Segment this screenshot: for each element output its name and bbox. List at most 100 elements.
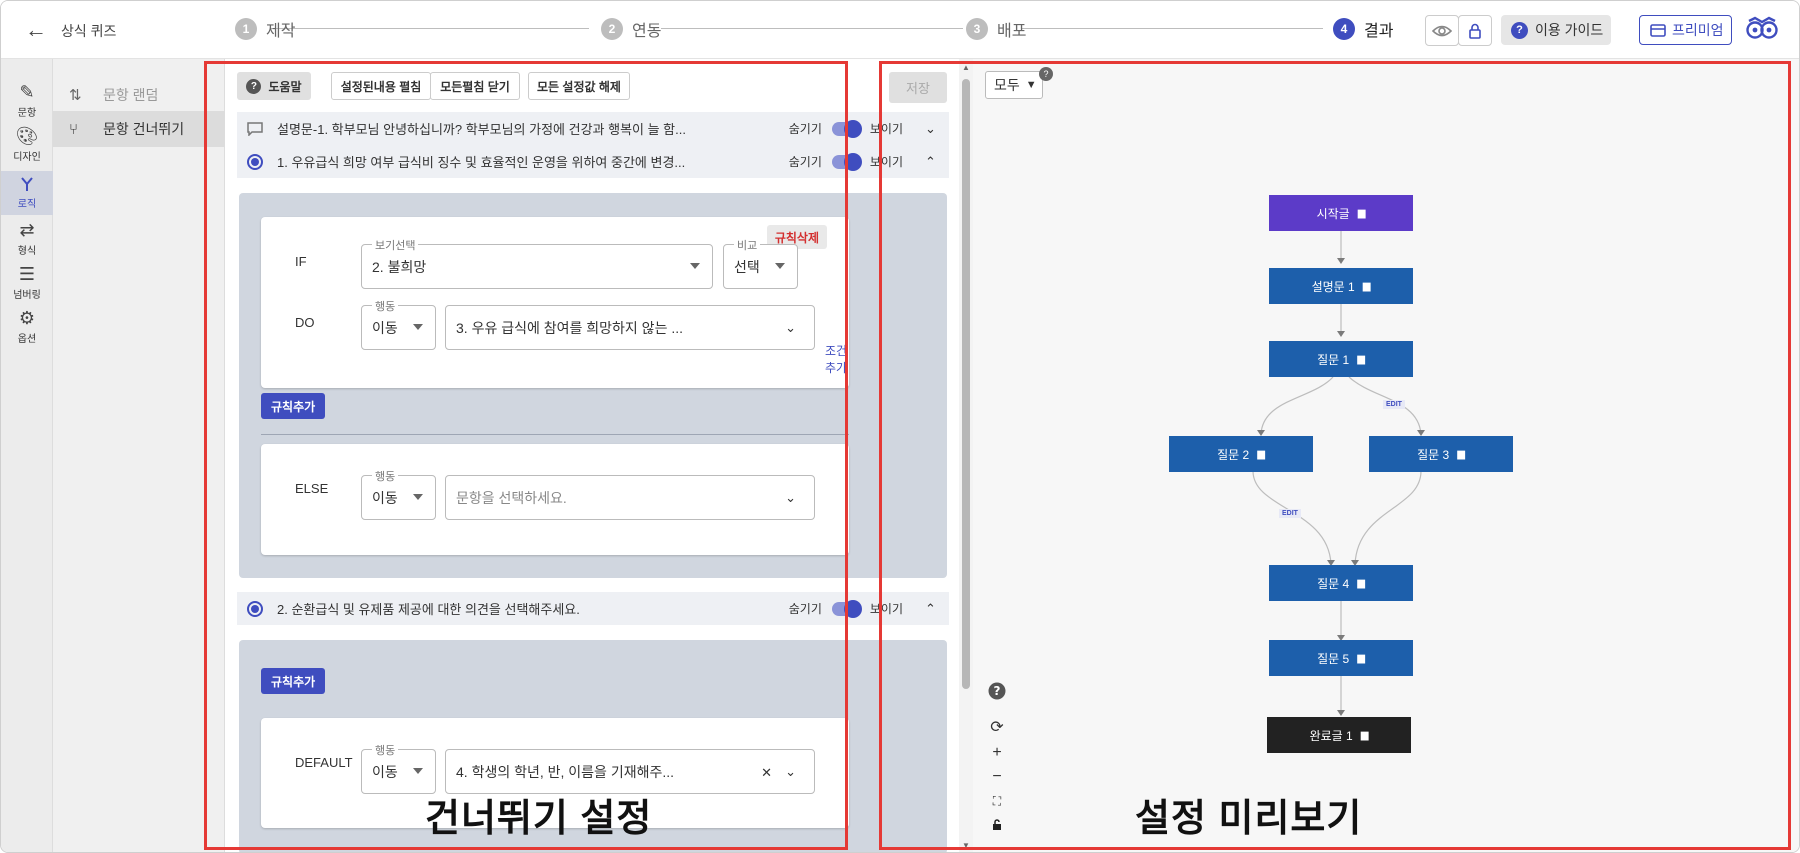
question-text: 1. 우유급식 희망 여부 급식비 징수 및 효율적인 운영을 위하여 중간에 … <box>277 155 686 170</box>
svg-text:?: ? <box>994 684 1001 698</box>
caret-down-icon <box>413 494 423 500</box>
preview-caption: 설정 미리보기 <box>1135 798 1363 840</box>
field-value: 이동 <box>372 763 398 780</box>
submenu-item-random[interactable]: ⇅ 문항 랜덤 <box>53 77 225 113</box>
node-label: 질문 4 <box>1317 576 1350 591</box>
lock-icon[interactable] <box>985 813 1009 837</box>
action-select[interactable]: 행동 이동 <box>361 298 436 350</box>
field-placeholder: 문항을 선택하세요. <box>456 489 567 506</box>
visibility-toggle[interactable] <box>831 152 862 171</box>
flow-node-end-1[interactable]: 완료글 1 ▆ <box>1267 717 1411 753</box>
edge-edit-label[interactable]: EDIT <box>1279 509 1301 518</box>
edge-edit-label[interactable]: EDIT <box>1383 400 1405 409</box>
clear-icon[interactable]: ✕ <box>761 765 772 781</box>
target-question-select[interactable]: 3. 우유 급식에 참여를 희망하지 않는 ... ⌄ <box>445 305 815 350</box>
node-label: 시작글 <box>1316 206 1350 221</box>
save-button[interactable]: 저장 <box>889 72 947 103</box>
flow-node-description-1[interactable]: 설명문 1 ▆ <box>1269 268 1413 304</box>
show-label: 보이기 <box>869 122 903 136</box>
rail-label: 문항 <box>17 108 37 119</box>
pencil-icon: ✎ <box>19 82 35 102</box>
node-label: 질문 3 <box>1417 447 1450 462</box>
flow-node-question-1[interactable]: 질문 1 ▆ <box>1269 341 1413 377</box>
panel-scrollbar[interactable]: ▲ ▼ <box>959 59 973 852</box>
eye-icon <box>1432 25 1452 36</box>
radio-selected-icon[interactable] <box>247 153 263 170</box>
comment-icon: ▆ <box>1360 729 1369 741</box>
help-button[interactable]: ? 도움말 <box>237 72 311 100</box>
rail-item-logic[interactable]: 로직 <box>1 171 53 215</box>
step-number: 2 <box>601 18 623 40</box>
question-row[interactable]: 2. 순환급식 및 유제품 제공에 대한 의견을 선택해주세요. 숨기기 보이기… <box>237 592 949 625</box>
visibility-toggle[interactable] <box>831 119 862 138</box>
field-legend: 행동 <box>372 468 399 484</box>
premium-button[interactable]: 프리미엄 <box>1639 15 1732 45</box>
flow-node-question-2[interactable]: 질문 2 ▆ <box>1169 436 1313 472</box>
rail-item-numbering[interactable]: ☰ 넘버링 <box>1 261 53 305</box>
zoom-out-icon[interactable]: − <box>985 765 1009 789</box>
rail-item-questions[interactable]: ✎ 문항 <box>1 79 53 123</box>
back-arrow-icon[interactable]: ← <box>25 17 47 43</box>
add-rule-button[interactable]: 규칙추가 <box>261 668 326 694</box>
step-create[interactable]: 1 제작 <box>235 17 295 41</box>
quiz-title: 상식 퀴즈 <box>61 23 117 39</box>
refresh-icon[interactable]: ⟳ <box>985 715 1009 739</box>
step-connector <box>661 28 963 29</box>
chevron-up-icon[interactable]: ⌃ <box>925 154 949 170</box>
show-label: 보이기 <box>869 602 903 616</box>
lock-icon <box>1469 23 1481 39</box>
question-row[interactable]: 설명문-1. 학부모님 안녕하십니까? 학부모님의 가정에 건강과 행복이 늘 … <box>237 112 949 145</box>
step-link[interactable]: 2 연동 <box>601 17 661 41</box>
step-result[interactable]: 4 결과 <box>1333 17 1393 41</box>
scroll-up-icon[interactable]: ▲ <box>962 63 970 72</box>
chevron-up-icon[interactable]: ⌃ <box>925 601 949 617</box>
gear-icon: ⚙ <box>18 308 36 328</box>
collapse-all-button[interactable]: 모든펼침 닫기 <box>430 72 520 100</box>
compare-select[interactable]: 비교 선택 <box>723 237 798 289</box>
expand-settings-button[interactable]: 설정된내용 펼침 <box>331 72 431 100</box>
fit-view-icon[interactable]: ⛶ <box>985 789 1009 813</box>
question-icon[interactable]: ? <box>985 679 1009 703</box>
node-label: 질문 2 <box>1217 447 1250 462</box>
radio-selected-icon[interactable] <box>247 600 263 617</box>
caret-down-icon <box>413 324 423 330</box>
flow-node-question-4[interactable]: 질문 4 ▆ <box>1269 565 1413 601</box>
flow-node-start[interactable]: 시작글 ▆ <box>1269 195 1413 231</box>
choice-select[interactable]: 보기선택 2. 불희망 <box>361 237 713 289</box>
palette-icon: 🎨︎ <box>15 126 39 146</box>
reset-settings-button[interactable]: 모든 설정값 해제 <box>528 72 630 100</box>
chevron-down-icon[interactable]: ⌄ <box>925 121 949 137</box>
step-connector <box>1021 28 1323 29</box>
flow-node-question-3[interactable]: 질문 3 ▆ <box>1369 436 1513 472</box>
field-legend: 비교 <box>734 237 761 253</box>
flow-node-question-5[interactable]: 질문 5 ▆ <box>1269 640 1413 676</box>
user-guide-button[interactable]: ? 이용 가이드 <box>1501 15 1611 45</box>
question-row[interactable]: 1. 우유급식 희망 여부 급식비 징수 및 효율적인 운영을 위하여 중간에 … <box>237 145 949 178</box>
submenu-item-skip[interactable]: ⑂ 문항 건너뛰기 <box>53 111 225 147</box>
rail-item-design[interactable]: 🎨︎ 디자인 <box>1 123 53 167</box>
chevron-down-icon: ⌄ <box>785 764 796 779</box>
default-label: DEFAULT <box>295 755 353 770</box>
preview-eye-button[interactable] <box>1425 15 1459 46</box>
show-label: 보이기 <box>869 155 903 169</box>
zoom-in-icon[interactable]: + <box>985 741 1009 765</box>
else-label: ELSE <box>295 481 329 496</box>
comment-icon: ▆ <box>1457 448 1465 460</box>
else-action-select[interactable]: 행동 이동 <box>361 468 436 520</box>
step-distribute[interactable]: 3 배포 <box>966 17 1026 41</box>
rail-item-options[interactable]: ⚙ 옵션 <box>1 305 53 349</box>
add-rule-button[interactable]: 규칙추가 <box>261 393 326 419</box>
else-target-select[interactable]: 문항을 선택하세요. ⌄ <box>445 475 815 520</box>
visibility-toggle[interactable] <box>831 599 862 618</box>
rail-item-format[interactable]: ⇄ 형식 <box>1 217 53 261</box>
scroll-down-icon[interactable]: ▼ <box>962 841 970 850</box>
node-label: 완료글 1 <box>1309 728 1353 743</box>
scroll-thumb[interactable] <box>962 79 970 689</box>
add-condition-button[interactable]: 조건추가 <box>825 342 849 376</box>
lock-button[interactable] <box>1458 15 1492 46</box>
top-bar: ← 상식 퀴즈 1 제작 2 연동 3 배포 4 결과 ? 이용 가이드 프리미… <box>1 1 1799 59</box>
step-label: 결과 <box>1364 23 1394 40</box>
rule-divider <box>261 434 849 435</box>
rail-label: 로직 <box>17 199 37 210</box>
hide-label: 숨기기 <box>788 122 822 136</box>
